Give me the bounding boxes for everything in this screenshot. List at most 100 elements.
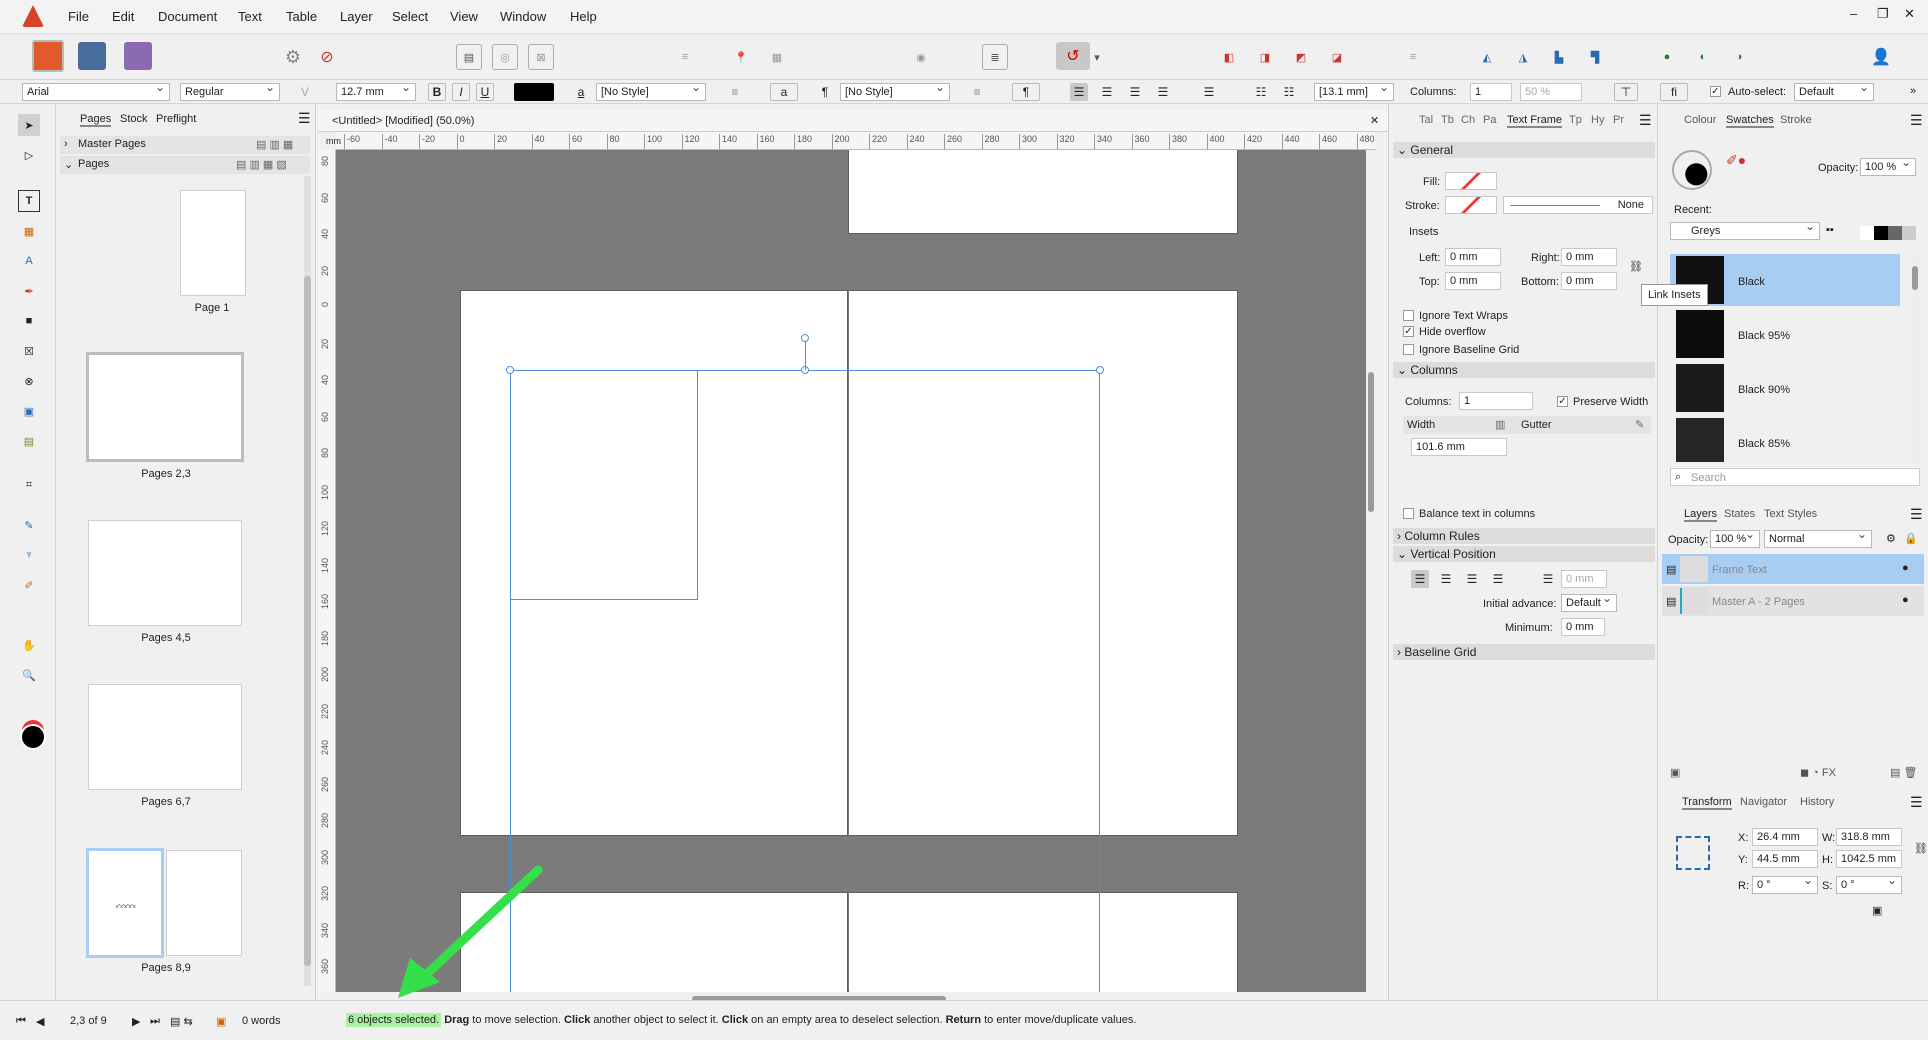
text-frame-icon[interactable]: ≣	[982, 44, 1008, 70]
anchor-point-icon[interactable]	[1676, 836, 1710, 870]
rotate-right-icon[interactable]: ▜	[1582, 44, 1608, 70]
recent-swatches[interactable]	[1860, 226, 1916, 240]
frame-text-tool-icon[interactable]: T	[18, 190, 40, 212]
vertical-position-section[interactable]: ⌄ Vertical Position	[1393, 546, 1655, 562]
horizontal-ruler[interactable]: -60 -40 -20 0 20 40 60 80 100 120 140 160 180 200 220 2…	[336, 132, 1376, 150]
tab-navigator[interactable]: Navigator	[1740, 796, 1787, 808]
font-style-select[interactable]: Regular	[180, 83, 280, 101]
layer-row[interactable]: ▤ Master A - 2 Pages ●	[1662, 586, 1924, 616]
ignore-wraps-checkbox[interactable]	[1403, 310, 1414, 321]
boolean-subtract-icon[interactable]: ◐	[1690, 44, 1716, 70]
font-family-select[interactable]: Arial	[22, 83, 170, 101]
swatch-black-95[interactable]	[1676, 310, 1724, 358]
inset-right-input[interactable]: 0 mm	[1561, 248, 1617, 266]
bold-button[interactable]: B	[428, 83, 446, 101]
pen-tool-icon[interactable]: ✒	[18, 280, 40, 302]
char-style-icon[interactable]: a	[572, 83, 590, 101]
toolbar-overflow-icon[interactable]: »	[1910, 85, 1916, 97]
tab-tp[interactable]: Tp	[1569, 114, 1582, 126]
x-input[interactable]: 26.4 mm	[1752, 828, 1818, 846]
text-color-swatch[interactable]	[514, 83, 554, 101]
vertical-ruler[interactable]: 80 60 40 20 0 20 40 60 80 100 120 140 160 180 200 220 24…	[318, 150, 336, 992]
visibility-dot-icon[interactable]: ●	[1902, 594, 1909, 606]
ligature-button[interactable]: fi	[1660, 83, 1688, 101]
color-picker-tool-icon[interactable]: ✐	[18, 574, 40, 596]
pages-scrollbar[interactable]	[304, 176, 311, 986]
tab-pr[interactable]: Pr	[1613, 114, 1624, 126]
columns-section[interactable]: ⌄ Columns	[1393, 362, 1655, 378]
tab-swatches[interactable]: Swatches	[1726, 114, 1774, 128]
columns-input[interactable]: 1	[1470, 83, 1512, 101]
column-width-input[interactable]: 101.6 mm	[1411, 438, 1507, 456]
document-tab[interactable]: <Untitled> [Modified] (50.0%) ✕	[318, 110, 1388, 132]
stroke-swatch[interactable]	[1445, 196, 1497, 214]
clear-char-style-icon[interactable]: ≡	[726, 83, 744, 101]
crop-tool-icon[interactable]: ⌗	[18, 474, 40, 496]
bullets-button[interactable]: ☷	[1252, 83, 1270, 101]
valign-offset-input[interactable]: 0 mm	[1561, 570, 1607, 588]
zoom-tool-icon[interactable]: 🔍	[18, 664, 40, 686]
arrange-back-icon[interactable]: ◪	[1324, 44, 1350, 70]
balance-checkbox[interactable]	[1403, 508, 1414, 519]
menu-file[interactable]: File	[68, 9, 89, 24]
artistic-text-tool-icon[interactable]: A	[18, 250, 40, 272]
menu-help[interactable]: Help	[570, 9, 597, 24]
boolean-intersect-icon[interactable]: ◑	[1726, 44, 1752, 70]
underline-button[interactable]: U	[476, 83, 494, 101]
vertical-align-button[interactable]: ☰	[1200, 83, 1218, 101]
table-tool-icon[interactable]: ▦	[18, 220, 40, 242]
font-size-icon[interactable]: V	[296, 83, 314, 101]
tab-pages[interactable]: Pages	[80, 113, 112, 127]
tab-preflight[interactable]: Preflight	[156, 113, 196, 125]
h-input[interactable]: 1042.5 mm	[1836, 850, 1902, 868]
fill-swatch[interactable]	[1445, 172, 1497, 190]
menu-text[interactable]: Text	[238, 9, 262, 24]
italic-button[interactable]: I	[452, 83, 470, 101]
link-insets-icon[interactable]: ⛓	[1629, 260, 1643, 273]
para-preview-button[interactable]: ¶	[1012, 83, 1040, 101]
spread-icon[interactable]: ◎	[492, 44, 518, 70]
tab-transform[interactable]: Transform	[1682, 796, 1732, 810]
page-top-partial[interactable]	[848, 150, 1238, 234]
tab-layers[interactable]: Layers	[1684, 508, 1718, 522]
move-tool-icon[interactable]: ➤	[18, 114, 40, 136]
master-page-actions-icon[interactable]: ▤ ▥ ▦	[256, 138, 293, 151]
char-preview-button[interactable]: a	[770, 83, 798, 101]
place-image-tool-icon[interactable]: ▣	[18, 400, 40, 422]
arrange-forward-icon[interactable]: ◨	[1252, 44, 1278, 70]
menu-layer[interactable]: Layer	[340, 9, 373, 24]
rotate-handle[interactable]	[801, 334, 809, 342]
tab-states[interactable]: States	[1724, 508, 1755, 520]
preview-icon[interactable]: ◉	[908, 44, 934, 70]
restore-button[interactable]: ❐	[1877, 6, 1889, 22]
swatch-black-85[interactable]	[1676, 418, 1724, 462]
menu-table[interactable]: Table	[286, 9, 317, 24]
character-style-select[interactable]: [No Style]	[596, 83, 706, 101]
link-dropdown-icon[interactable]: ▾	[1090, 44, 1104, 70]
menu-edit[interactable]: Edit	[112, 9, 134, 24]
vector-crop-tool-icon[interactable]: ▤	[18, 430, 40, 452]
panel-menu-icon[interactable]: ☰	[1910, 794, 1923, 811]
column-rules-section[interactable]: › Column Rules	[1393, 528, 1655, 544]
menu-window[interactable]: Window	[500, 9, 546, 24]
node-tool-icon[interactable]: ▷	[18, 144, 40, 166]
stroke-style-select[interactable]: None	[1503, 196, 1653, 214]
columns-input[interactable]: 1	[1459, 392, 1533, 410]
valign-offset-icon[interactable]: ☰	[1539, 570, 1557, 588]
vertical-scrollbar[interactable]	[1366, 150, 1376, 992]
wrap-icon[interactable]: ▦	[764, 44, 790, 70]
tab-history[interactable]: History	[1800, 796, 1834, 808]
autoselect-checkbox[interactable]: ✓	[1710, 86, 1721, 97]
selection-handle[interactable]	[1096, 366, 1104, 374]
preserve-width-checkbox[interactable]: ✓	[1557, 396, 1568, 407]
opacity-select[interactable]: 100 %	[1860, 158, 1916, 176]
boolean-add-icon[interactable]: ●	[1654, 44, 1680, 70]
align-center-button[interactable]: ☰	[1098, 83, 1116, 101]
close-document-icon[interactable]: ✕	[1370, 114, 1379, 127]
flip-h-icon[interactable]: ◭	[1474, 44, 1500, 70]
tab-pa[interactable]: Pa	[1483, 114, 1496, 126]
tab-stock[interactable]: Stock	[120, 113, 148, 125]
account-icon[interactable]: 👤	[1868, 44, 1894, 70]
hand-tool-icon[interactable]: ✋	[18, 634, 40, 656]
palette-options-icon[interactable]: ▪▪	[1826, 224, 1834, 236]
